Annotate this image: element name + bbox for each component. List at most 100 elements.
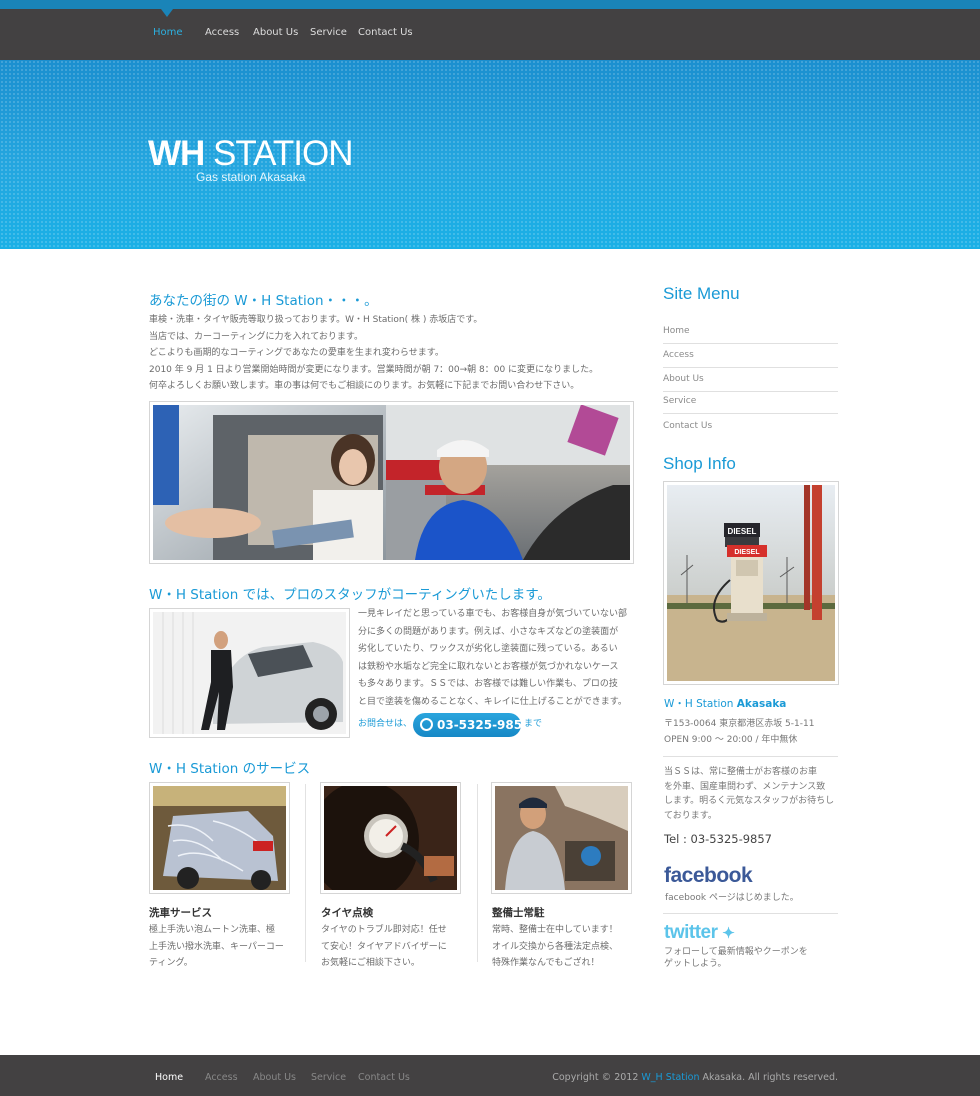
service-photo-tire-image [324,786,457,890]
hero-dot-pattern [0,60,980,249]
active-indicator-arrow [161,9,173,17]
coating-line: は鉄粉や水垢など完全に取れないとお客様が気づかれないケース [358,661,619,672]
site-logo[interactable]: WH STATION [148,134,354,174]
service-title-tire: タイヤ点検 [321,907,374,919]
sidebar-divider [663,756,838,757]
service-line: ティング。 [149,958,193,968]
copyright-suffix: Akasaka. All rights reserved. [702,1072,838,1083]
footer-nav-access[interactable]: Access [205,1072,238,1083]
nav-access[interactable]: Access [205,27,239,38]
service-divider [305,784,306,962]
intro-text: 車検・洗車・タイヤ販売等取り扱っております。W・H Station( 株 ) 赤… [149,312,598,395]
intro-line: 当店では、カーコーティングに力を入れております。 [149,331,364,342]
footer-nav-contact-us[interactable]: Contact Us [358,1072,410,1083]
coating-photo-image [153,612,346,734]
service-line: タイヤのトラブル即対応！任せ [321,925,447,935]
service-title-mechanic: 整備士常駐 [492,907,545,919]
mechanic-photo-svg [495,786,628,890]
tel-number: 03-5325-9857 [437,718,531,732]
site-menu-heading: Site Menu [663,284,740,303]
hero-banner: WH STATION Gas station Akasaka [0,60,980,249]
twitter-bird-icon: ✦ [722,925,735,942]
twitter-logo[interactable]: twitter ✦ [664,922,735,944]
facebook-text: facebook ページはじめました。 [665,893,799,903]
intro-line: 何卒よろしくお願い致します。車の事は何でもご相談にのります。お気軽に下記までお問… [149,381,580,391]
tel-badge[interactable]: 03-5325-9857 [413,713,530,737]
nav-service[interactable]: Service [310,27,347,38]
desc-line: します。明るく元気なスタッフがお待ちし [664,796,835,806]
footer-nav-service[interactable]: Service [311,1072,346,1083]
shop-name: W・H Station Akasaka [664,696,786,712]
coating-line: と目で塗装を傷めることなく、キレイに仕上げることができます。 [358,696,627,707]
sidebar-item-about-us[interactable]: About Us [663,368,838,392]
service-text-mechanic: 常時、整備士在中しています！ オイル交換から各種法定点検、 特殊作業なんでもござ… [492,922,618,972]
intro-photo-image [153,405,630,560]
service-text-tire: タイヤのトラブル即対応！任せ て安心！タイヤアドバイザーに お気軽にご相談下さい… [321,922,447,972]
service-line: 常時、整備士在中しています！ [492,925,618,935]
sidebar-item-contact-us[interactable]: Contact Us [663,415,838,439]
twitter-text-line: ゲットしよう。 [664,959,727,969]
nav-contact-us[interactable]: Contact Us [358,27,413,38]
service-text-wash: 極上手洗い泡ムートン洗車、極 上手洗い撥水洗車、キーパーコー ティング。 [149,922,284,972]
service-line: 極上手洗い泡ムートン洗車、極 [149,925,276,935]
diesel-sign-text-2: DIESEL [734,549,760,556]
copyright-prefix: Copyright © 2012 [552,1072,639,1083]
coating-photo [149,608,350,738]
desc-line: ております。 [664,810,717,821]
contact-prefix: お問合せは、 [358,719,413,729]
contact-suffix: まで [524,719,543,729]
coating-text: 一見キレイだと思っている車でも、お客様自身が気づいていない部 分に多くの問題があ… [358,606,627,711]
shop-address: 〒153-0064 東京都港区赤坂 5-1-11 [664,719,815,729]
shop-photo-image: DIESEL DIESEL [667,485,835,681]
service-photo-wash-image [153,786,286,890]
footer: Home Access About Us Service Contact Us … [0,1055,980,1096]
nav-about-us[interactable]: About Us [253,27,298,38]
intro-photo [149,401,634,564]
sidebar-item-access[interactable]: Access [663,344,838,368]
top-accent-strip [0,0,980,9]
diesel-sign-text: DIESEL [728,527,757,536]
sidebar-item-service[interactable]: Service [663,390,838,414]
coating-line: 一見キレイだと思っている車でも、お客様自身が気づいていない部 [358,609,628,619]
intro-photo-svg [153,405,630,560]
hero-subtitle: Gas station Akasaka [196,170,306,184]
shop-name-suffix: Akasaka [736,698,787,710]
service-line: 特殊作業なんでもござれ！ [492,958,600,968]
intro-line: どこよりも画期的なコーティングであなたの愛車を生まれ変わらせます。 [149,348,444,358]
copyright-brand[interactable]: W_H Station [641,1072,699,1083]
facebook-logo[interactable]: facebook [664,864,753,888]
logo-light: STATION [213,134,353,173]
shop-hours: OPEN 9:00 〜 20:00 / 年中無休 [664,735,798,745]
sidebar-divider [663,913,838,914]
twitter-logo-text: twitter [664,922,718,943]
desc-line: 当ＳＳは、常に整備士がお客様のお車 [664,767,818,777]
nav-home[interactable]: Home [153,27,183,38]
coating-heading: W・H Station では、プロのスタッフがコーティングいたします。 [149,587,551,603]
services-heading: W・H Station のサービス [149,761,311,777]
coating-line: 分に多くの問題があります。例えば、小さなキズなどの塗装面が [358,626,619,637]
shop-photo: DIESEL DIESEL [663,481,839,685]
shop-info-heading: Shop Info [663,454,736,473]
shop-photo-svg: DIESEL DIESEL [667,485,835,681]
service-photo-mechanic-image [495,786,628,890]
footer-nav-about-us[interactable]: About Us [253,1072,296,1083]
service-line: お気軽にご相談下さい。 [321,958,420,968]
service-photo-mechanic [491,782,632,894]
service-line: オイル交換から各種法定点検、 [492,941,619,952]
coating-photo-svg [153,612,346,734]
logo-bold: WH [148,134,205,173]
tire-photo-svg [324,786,457,890]
intro-line: 2010 年 9 月 1 日より営業開始時間が変更になります。営業時間が朝 7：… [149,364,599,375]
copyright: Copyright © 2012 W_H Station Akasaka. Al… [552,1072,838,1083]
footer-nav-home[interactable]: Home [155,1072,183,1083]
sidebar-item-home[interactable]: Home [663,320,838,344]
phone-icon [420,718,433,731]
shop-description: 当ＳＳは、常に整備士がお客様のお車 を外車、国産車問わず、メンテナンス致 します… [664,765,834,823]
twitter-text-line: フォローして最新情報やクーポンを [664,947,808,957]
shop-tel: Tel : 03-5325-9857 [664,832,772,846]
service-divider [477,784,478,962]
service-photo-tire [320,782,461,894]
intro-heading: あなたの街の W・H Station・・・。 [149,293,378,309]
shop-name-prefix: W・H Station [664,698,734,710]
intro-line: 車検・洗車・タイヤ販売等取り扱っております。W・H Station( 株 ) 赤… [149,315,483,325]
